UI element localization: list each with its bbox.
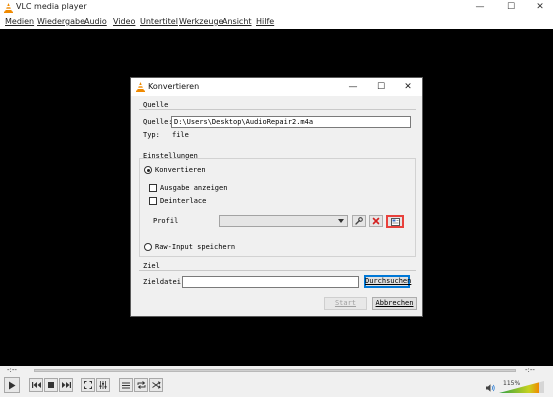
convert-radio-label[interactable]: Konvertieren: [155, 166, 206, 174]
raw-input-radio[interactable]: [144, 243, 152, 251]
destination-file-input[interactable]: [182, 276, 359, 288]
play-icon: [9, 381, 16, 389]
menu-item-werkzeuge[interactable]: Werkzeuge: [179, 17, 223, 26]
chevron-down-icon: [338, 219, 344, 223]
dialog-minimize-button[interactable]: —: [341, 80, 365, 94]
dialog-close-button[interactable]: ✕: [396, 80, 420, 94]
raw-input-label[interactable]: Raw-Input speichern: [155, 243, 235, 251]
cancel-button[interactable]: Abbrechen: [372, 297, 417, 310]
source-field-label: Quelle:: [143, 118, 173, 126]
next-button[interactable]: [59, 378, 73, 392]
speaker-icon[interactable]: [486, 384, 495, 392]
show-output-label[interactable]: Ausgabe anzeigen: [160, 184, 227, 192]
previous-button[interactable]: [29, 378, 43, 392]
minimize-button[interactable]: —: [465, 0, 495, 15]
show-output-checkbox[interactable]: [149, 184, 157, 192]
loop-button[interactable]: [134, 378, 148, 392]
window-title-bar: VLC media player — ☐ ✕: [0, 0, 553, 15]
source-group-label: Quelle: [143, 101, 169, 109]
menu-item-medien[interactable]: Medien: [5, 17, 34, 26]
previous-icon: [31, 382, 41, 388]
menu-item-ansicht[interactable]: Ansicht: [222, 17, 252, 26]
volume-percent: 115%: [503, 380, 521, 387]
divider: [139, 109, 416, 110]
dialog-title-bar: Konvertieren — ☐ ✕: [131, 78, 422, 96]
profile-dropdown[interactable]: [219, 215, 348, 227]
start-button[interactable]: Start: [324, 297, 367, 310]
type-label: Typ:: [143, 131, 160, 139]
type-value: file: [172, 131, 189, 139]
maximize-button[interactable]: ☐: [496, 0, 526, 15]
shuffle-icon: [151, 381, 161, 389]
source-path-input[interactable]: D:\Users\Desktop\AudioRepair2.m4a: [171, 116, 411, 128]
divider: [139, 270, 416, 271]
menu-item-untertitel[interactable]: Untertitel: [140, 17, 178, 26]
window-title: VLC media player: [16, 2, 87, 11]
seek-row: -:-- -:--: [0, 366, 553, 375]
control-bar: [0, 375, 553, 397]
fullscreen-icon: [84, 381, 92, 389]
delete-icon: [372, 217, 380, 225]
menu-item-wiedergabe[interactable]: Wiedergabe: [37, 17, 85, 26]
dialog-maximize-button[interactable]: ☐: [369, 80, 393, 94]
new-profile-icon: [390, 217, 400, 226]
playlist-button[interactable]: [119, 378, 133, 392]
profile-label: Profil: [153, 217, 179, 225]
close-button[interactable]: ✕: [525, 0, 553, 15]
menu-item-audio[interactable]: Audio: [84, 17, 107, 26]
extended-settings-button[interactable]: [96, 378, 110, 392]
menu-bar: Medien Wiedergabe Audio Video Untertitel…: [0, 15, 553, 29]
browse-button[interactable]: Durchsuchen: [364, 275, 411, 288]
menu-item-hilfe[interactable]: Hilfe: [256, 17, 274, 26]
convert-radio[interactable]: [144, 166, 152, 174]
destination-file-label: Zieldatei:: [143, 278, 186, 286]
shuffle-button[interactable]: [149, 378, 163, 392]
stop-icon: [48, 382, 54, 388]
remaining-time[interactable]: -:--: [525, 366, 535, 374]
vlc-cone-icon: [4, 3, 13, 13]
menu-item-video[interactable]: Video: [113, 17, 135, 26]
convert-dialog: Konvertieren — ☐ ✕ Quelle Quelle: D:\Use…: [130, 77, 423, 317]
destination-group-label: Ziel: [143, 262, 160, 270]
elapsed-time[interactable]: -:--: [7, 366, 17, 374]
fullscreen-button[interactable]: [81, 378, 95, 392]
edit-profile-button[interactable]: [352, 215, 366, 227]
play-button[interactable]: [4, 377, 20, 393]
seek-bar[interactable]: [34, 369, 516, 372]
vlc-cone-icon: [136, 82, 145, 92]
next-icon: [61, 382, 71, 388]
playlist-icon: [122, 381, 130, 389]
extended-settings-icon: [99, 381, 107, 389]
loop-icon: [137, 381, 145, 389]
deinterlace-checkbox[interactable]: [149, 197, 157, 205]
new-profile-button[interactable]: [386, 215, 404, 228]
dialog-title: Konvertieren: [148, 82, 200, 91]
wrench-icon: [355, 217, 363, 225]
delete-profile-button[interactable]: [369, 215, 383, 227]
deinterlace-label[interactable]: Deinterlace: [160, 197, 206, 205]
stop-button[interactable]: [44, 378, 58, 392]
